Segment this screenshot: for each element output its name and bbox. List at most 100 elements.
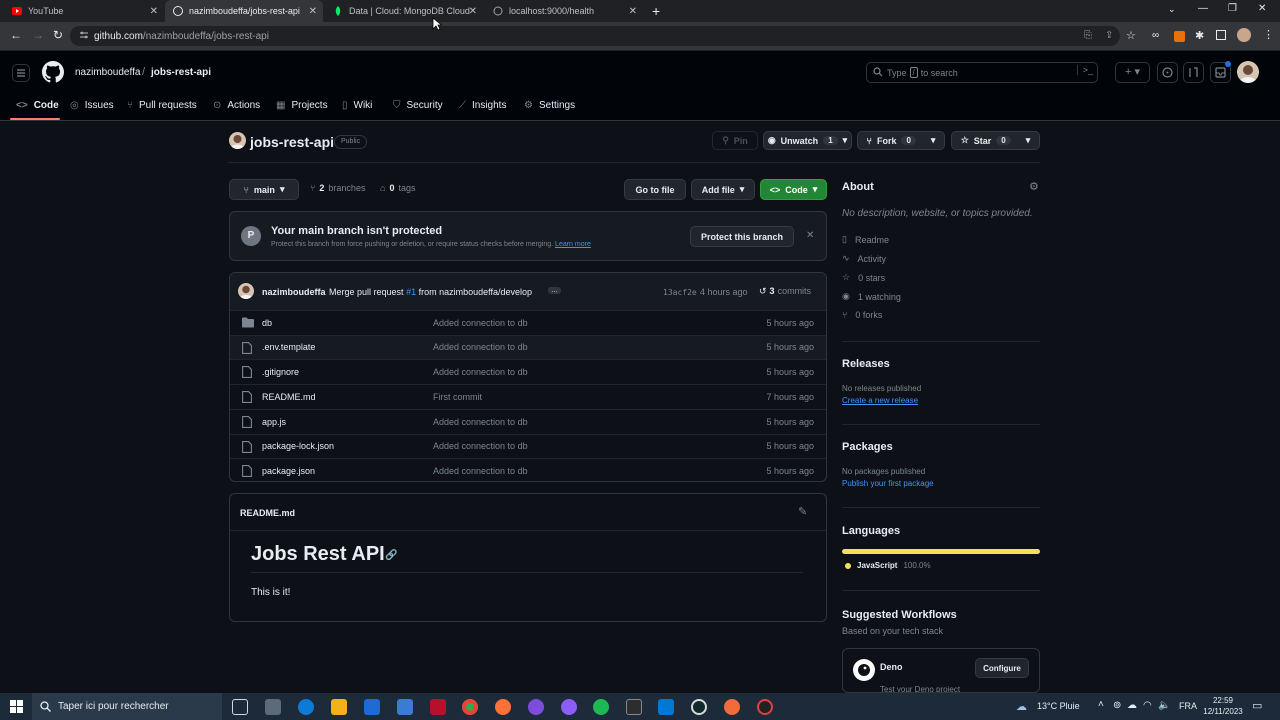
file-row[interactable]: package-lock.json Added connection to db 5… [230, 433, 826, 459]
postman-icon[interactable] [724, 699, 740, 715]
new-tab-icon[interactable]: + [652, 3, 660, 19]
repo-title[interactable]: jobs-rest-api [250, 134, 334, 150]
taskbar-search-box[interactable]: Taper ici pour rechercher [32, 693, 222, 720]
close-tab-icon[interactable]: ✕ [469, 6, 477, 17]
file-commit-message[interactable]: Added connection to db [433, 466, 528, 476]
tab-actions[interactable]: ⊙ Actions [213, 100, 260, 111]
file-row[interactable]: package.json Added connection to db 5 hour… [230, 458, 826, 481]
close-tab-icon[interactable]: ✕ [150, 6, 158, 17]
file-commit-message[interactable]: Added connection to db [433, 318, 528, 328]
expand-commit-ellipsis-icon[interactable]: … [548, 287, 561, 294]
file-row[interactable]: .gitignore Added connection to db 5 hours … [230, 359, 826, 384]
reload-icon[interactable]: ↻ [53, 28, 63, 42]
store-icon[interactable] [364, 699, 380, 715]
kebab-menu-icon[interactable]: ⋮ [1263, 28, 1274, 41]
file-explorer-icon[interactable] [331, 699, 347, 715]
star-button[interactable]: ☆ Star 0 ▾ [951, 131, 1040, 150]
tab-localhost[interactable]: localhost:9000/health ✕ [485, 0, 643, 22]
extension-glasses-icon[interactable]: ∞ [1152, 30, 1159, 41]
widgets-icon[interactable] [265, 699, 281, 715]
create-release-link[interactable]: Create a new release [842, 396, 918, 405]
extensions-puzzle-icon[interactable]: ✱ [1195, 29, 1204, 42]
purple-app-icon[interactable] [528, 699, 544, 715]
issues-icon[interactable] [1157, 62, 1178, 83]
tab-insights[interactable]: ⟋ Insights [459, 100, 506, 111]
create-new-plus-icon[interactable]: + ▾ [1115, 62, 1150, 83]
fork-button[interactable]: ⑂ Fork 0 ▾ [857, 131, 945, 150]
file-commit-message[interactable]: Added connection to db [433, 441, 528, 451]
user-avatar[interactable] [1237, 61, 1259, 83]
code-button[interactable]: <> Code ▾ [760, 179, 827, 200]
add-file-button[interactable]: Add file ▾ [691, 179, 755, 200]
anchor-link-icon[interactable]: 🔗 [385, 550, 397, 561]
maximize-icon[interactable]: ❐ [1228, 3, 1237, 14]
pr-link[interactable]: #1 [406, 287, 416, 297]
language-item[interactable]: JavaScript 100.0% [845, 561, 931, 570]
command-palette-icon[interactable]: >_ [1076, 65, 1093, 75]
sidepanel-icon[interactable] [1216, 30, 1226, 40]
tab-mongodb[interactable]: Data | Cloud: MongoDB Cloud ✕ [325, 0, 483, 22]
notification-center-icon[interactable]: ▭ [1252, 699, 1262, 712]
tray-chevron-up-icon[interactable]: ˄ [1098, 699, 1104, 710]
branches-link[interactable]: ⑂ 2 branches [310, 183, 365, 193]
file-row[interactable]: .env.template Added connection to db 5 hou… [230, 334, 826, 360]
file-name[interactable]: app.js [262, 417, 286, 427]
app-circle-icon[interactable] [691, 699, 707, 715]
network-wifi-icon[interactable]: ◠ [1143, 700, 1152, 711]
tab-youtube[interactable]: YouTube ✕ [4, 0, 164, 22]
install-icon[interactable]: ⎘ [1084, 30, 1092, 41]
tab-projects[interactable]: ▦ Projects [276, 100, 328, 111]
edge-browser-icon[interactable] [298, 699, 314, 715]
file-commit-message[interactable]: Added connection to db [433, 367, 528, 377]
tab-settings[interactable]: ⚙ Settings [524, 100, 575, 111]
file-row[interactable]: db Added connection to db 5 hours ago [230, 310, 826, 335]
file-name[interactable]: package-lock.json [262, 441, 334, 451]
file-name[interactable]: .gitignore [262, 367, 299, 377]
profile-avatar[interactable] [1237, 28, 1251, 42]
close-tab-icon[interactable]: ✕ [629, 6, 637, 17]
minimize-icon[interactable]: — [1198, 3, 1208, 14]
tab-security[interactable]: ⛉ Security [393, 100, 443, 111]
discord-like-icon[interactable] [561, 699, 577, 715]
file-name[interactable]: package.json [262, 466, 315, 476]
learn-more-link[interactable]: Learn more [555, 241, 591, 248]
mail-icon[interactable] [397, 699, 413, 715]
file-name[interactable]: db [262, 318, 272, 328]
weather-text[interactable]: 13°C Pluie [1037, 701, 1080, 711]
file-commit-message[interactable]: First commit [433, 392, 482, 402]
watching-link[interactable]: ◉ 1 watching [842, 291, 901, 302]
close-window-icon[interactable]: ✕ [1258, 3, 1266, 14]
unwatch-button[interactable]: ◉ Unwatch 1 ▾ [763, 131, 852, 150]
windows-start-icon[interactable] [10, 700, 23, 713]
repo-link[interactable]: jobs-rest-api [151, 67, 211, 78]
commit-author[interactable]: nazimboudeffa [262, 287, 326, 297]
github-logo-icon[interactable] [42, 61, 64, 83]
input-language[interactable]: FRA [1179, 701, 1197, 711]
file-name[interactable]: .env.template [262, 342, 315, 352]
tags-link[interactable]: ⌂ 0 tags [380, 183, 415, 193]
forks-link[interactable]: ⑂ 0 forks [842, 310, 882, 320]
protect-branch-button[interactable]: Protect this branch [690, 226, 794, 247]
releases-heading[interactable]: Releases [842, 358, 890, 370]
terminal-icon[interactable] [626, 699, 642, 715]
about-settings-gear-icon[interactable]: ⚙ [1029, 180, 1039, 193]
tab-code[interactable]: <> Code [16, 100, 59, 111]
configure-button[interactable]: Configure [975, 658, 1029, 678]
firefox-icon[interactable] [495, 699, 511, 715]
owner-link[interactable]: nazimboudeffa [75, 67, 140, 78]
forward-arrow-icon[interactable]: → [32, 28, 44, 42]
tab-github[interactable]: nazimboudeffa/jobs-rest-api ✕ [165, 0, 323, 22]
search-input[interactable]: Type / to search >_ [866, 62, 1098, 83]
vscode-icon[interactable] [658, 699, 674, 715]
branch-select-button[interactable]: ⑂ main ▾ [229, 179, 299, 200]
dismiss-close-icon[interactable]: ✕ [806, 230, 814, 241]
readme-link[interactable]: ▯ Readme [842, 234, 889, 245]
clock[interactable]: 22:59 12/11/2023 [1200, 695, 1246, 717]
tab-pull-requests[interactable]: ⑂ Pull requests [127, 100, 197, 111]
onedrive-cloud-icon[interactable]: ☁ [1127, 700, 1137, 711]
file-name[interactable]: README.md [262, 392, 316, 402]
publish-package-link[interactable]: Publish your first package [842, 479, 934, 488]
bookmark-star-icon[interactable]: ☆ [1126, 29, 1136, 42]
file-commit-message[interactable]: Added connection to db [433, 342, 528, 352]
spotify-icon[interactable] [593, 699, 609, 715]
